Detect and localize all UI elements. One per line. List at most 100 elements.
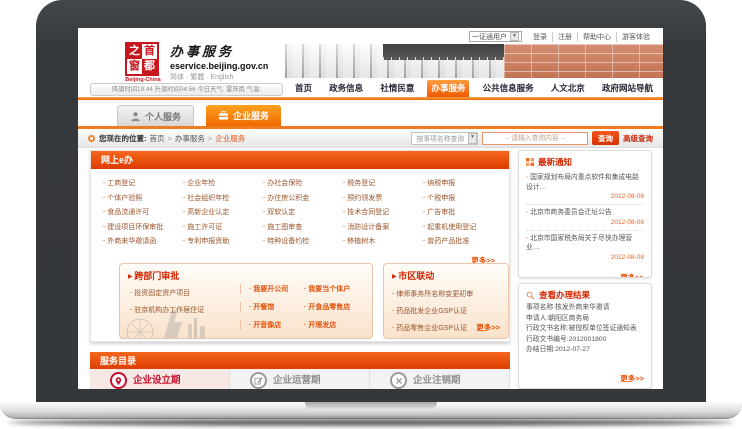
services-grid: 工商登记企业年检办社会保险税务登记纳税申报个体户验照社会组织年检办住房公积金预约…: [91, 169, 509, 246]
notice-item[interactable]: 北京市商务委员会迁址公告 2012-08-08: [526, 205, 644, 231]
search-category-label: 按事项名称查询: [416, 133, 464, 143]
search-input[interactable]: [482, 132, 588, 145]
more-link[interactable]: 更多>>: [476, 322, 500, 333]
service-link[interactable]: 技术合同登记: [343, 207, 423, 217]
notices-more-row: 更多>>: [526, 267, 644, 279]
notice-item[interactable]: 国家规划布局内重点软件和集成电路设计… 2012-08-08: [526, 170, 644, 205]
quick-service-link[interactable]: 我要当个体户: [304, 284, 368, 294]
service-link[interactable]: 建设项目环保审批: [103, 222, 183, 232]
service-link[interactable]: 纳税申报: [423, 178, 503, 188]
nav-item[interactable]: 首页: [291, 80, 316, 97]
tab-personal-services[interactable]: 个人服务: [117, 105, 194, 126]
login-links: 登录注册帮助中心游客体验: [528, 32, 655, 42]
tab-label: 个人服务: [145, 110, 181, 123]
panel-link[interactable]: 驻京机构办工作居住证: [130, 305, 240, 315]
service-link[interactable]: 食品流通许可: [103, 207, 183, 217]
service-link[interactable]: 企业年检: [183, 178, 263, 188]
service-link[interactable]: 起重机使用登记: [423, 222, 503, 232]
phase-setup[interactable]: 企业设立期: [90, 369, 230, 389]
phase-operation[interactable]: 企业运营期: [230, 369, 370, 389]
service-link[interactable]: 办社会保险: [263, 178, 343, 188]
quick-service-link[interactable]: 我要开公司: [240, 284, 304, 294]
search-button[interactable]: 查询: [592, 131, 619, 145]
notice-text[interactable]: 北京市商务委员会迁址公告: [526, 208, 644, 218]
tab-label: 企业服务: [233, 109, 269, 122]
results-panel: 查看办理结果 事项名称:核发外商来华邀请申请人:朝阳区商务局行政文书名称:被授权…: [518, 283, 652, 389]
site-logo[interactable]: 之 首 窗 都 Beijing-China: [125, 42, 161, 83]
service-link[interactable]: 个税申报: [423, 193, 503, 203]
chevron-down-icon[interactable]: ▼: [510, 32, 519, 41]
quick-service-link[interactable]: 开食品零售店: [304, 302, 368, 312]
login-type-dropdown[interactable]: 一证通用户 ▼: [469, 31, 522, 42]
magnifier-icon: [526, 291, 535, 300]
chevron-down-icon[interactable]: ▼: [468, 133, 477, 144]
service-link[interactable]: 消防设计备案: [343, 222, 423, 232]
service-link[interactable]: 个体户验照: [103, 193, 183, 203]
panel-link[interactable]: 投资固定资产项目: [130, 288, 240, 298]
notices-panel: 最新通知 国家规划布局内重点软件和集成电路设计… 2012-08-08 北京市商…: [518, 150, 652, 278]
cross-icon: [390, 372, 407, 389]
service-link[interactable]: 兽药产品批准: [423, 236, 503, 246]
notice-text[interactable]: 北京市国家税务局关于尽快办理营业…: [526, 234, 644, 253]
nav-item[interactable]: 社情民意: [376, 80, 418, 97]
tab-enterprise-services[interactable]: 企业服务: [206, 105, 281, 126]
panel-link[interactable]: 律师事务所名称变更初审: [392, 289, 500, 299]
service-link[interactable]: 施工图审查: [263, 222, 343, 232]
service-link[interactable]: 广告审批: [423, 207, 503, 217]
service-link[interactable]: 双软认定: [263, 207, 343, 217]
panel-link[interactable]: 药品批发企业GSP认证: [392, 306, 500, 316]
seal-char: 窗: [127, 59, 142, 74]
service-link[interactable]: 外商来华邀请函: [103, 236, 183, 246]
login-link[interactable]: 帮助中心: [577, 32, 616, 42]
phase-cancel[interactable]: 企业注销期: [370, 369, 510, 389]
more-link[interactable]: 更多>>: [620, 373, 644, 384]
page-title: 办事服务: [170, 41, 285, 60]
page: 一证通用户 ▼ 登录注册帮助中心游客体验 之 首 窗 都 Beijin: [78, 28, 663, 389]
service-link[interactable]: 施工许可证: [183, 222, 263, 232]
more-link[interactable]: 更多>>: [620, 273, 644, 279]
service-link[interactable]: 社会组织年检: [183, 193, 263, 203]
service-link[interactable]: 工商登记: [103, 178, 183, 188]
location-icon: [88, 135, 95, 142]
login-link[interactable]: 游客体验: [616, 32, 655, 42]
service-link[interactable]: 税务登记: [343, 178, 423, 188]
service-link[interactable]: 专利申报资助: [183, 236, 263, 246]
service-link[interactable]: 办住房公积金: [263, 193, 343, 203]
search-category-dropdown[interactable]: 按事项名称查询 ▼: [411, 132, 478, 145]
search-box: 按事项名称查询 ▼ 查询 高级查询: [411, 131, 653, 145]
advanced-search-link[interactable]: 高级查询: [623, 133, 653, 144]
breadcrumb-home[interactable]: 首页: [150, 133, 165, 144]
result-line: 行政文书编号:2012001800: [526, 335, 644, 346]
breadcrumb-separator: >: [208, 134, 212, 143]
breadcrumb-services[interactable]: 办事服务: [175, 133, 205, 144]
results-header: 查看办理结果: [526, 289, 644, 301]
login-link[interactable]: 注册: [552, 32, 577, 42]
quick-service-link[interactable]: 开理发店: [304, 320, 368, 330]
login-type-label: 一证通用户: [472, 32, 507, 42]
pencil-icon: [250, 372, 267, 389]
login-link[interactable]: 登录: [528, 32, 552, 42]
notice-item[interactable]: 北京市国家税务局关于尽快办理营业… 2012-08-08: [526, 231, 644, 265]
service-link[interactable]: 特种设备约检: [263, 236, 343, 246]
quick-service-link[interactable]: 开音像店: [240, 320, 304, 330]
nav-item[interactable]: 公共信息服务: [479, 80, 538, 97]
result-line: 办结日期:2012-07-27: [526, 345, 644, 356]
laptop-lid: 一证通用户 ▼ 登录注册帮助中心游客体验 之 首 窗 都 Beijin: [36, 0, 706, 404]
nav-item[interactable]: 政府网站导航: [598, 80, 657, 97]
city-link-title: 市区联动: [392, 269, 500, 282]
lang-switcher[interactable]: 简体 · 繁體 · English: [170, 72, 285, 82]
nav-item[interactable]: 办事服务: [427, 80, 469, 97]
quick-service-link[interactable]: 开餐馆: [240, 302, 304, 312]
nav-item[interactable]: 人文北京: [547, 80, 589, 97]
service-link[interactable]: 预约领发票: [343, 193, 423, 203]
result-line: 申请人:朝阳区商务局: [526, 314, 644, 325]
notices-list: 国家规划布局内重点软件和集成电路设计… 2012-08-08 北京市商务委员会迁…: [526, 170, 644, 265]
panel-title-online-services: 网上e办: [91, 151, 509, 169]
banner-ceiling: [383, 44, 504, 60]
results-lines: 事项名称:核发外商来华邀请申请人:朝阳区商务局行政文书名称:被授权单位签证通知表…: [526, 303, 644, 356]
service-link[interactable]: 高新企业认定: [183, 207, 263, 217]
site-url: eservice.beijing.gov.cn: [170, 61, 285, 71]
service-link[interactable]: 移植树木: [343, 236, 423, 246]
nav-item[interactable]: 政务信息: [325, 80, 367, 97]
notice-text[interactable]: 国家规划布局内重点软件和集成电路设计…: [526, 173, 644, 192]
